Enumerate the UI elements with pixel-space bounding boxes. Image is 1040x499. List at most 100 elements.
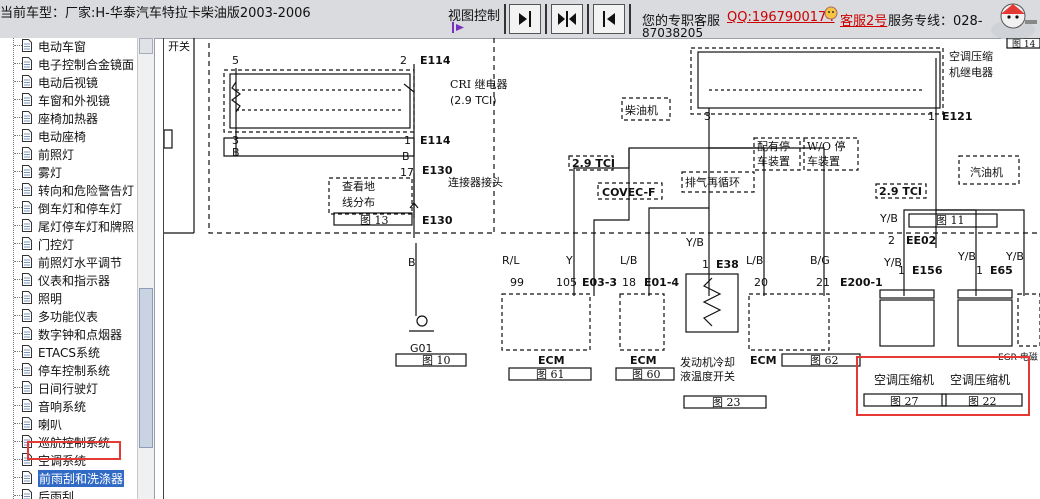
arrow-right-bar-icon [519, 11, 531, 27]
document-icon [22, 489, 32, 499]
scroll-up-button[interactable] [139, 38, 153, 54]
sidebar-item[interactable]: 喇叭 [0, 415, 140, 433]
partial-switch-label: 开关 [168, 39, 190, 53]
ecm-label: ECM [750, 354, 777, 367]
pin-label: 1 [928, 110, 935, 123]
sidebar-item[interactable]: 电动座椅 [0, 127, 140, 145]
ac-relay-inner [697, 51, 941, 109]
pin-label: 18 [622, 276, 636, 289]
connector-code: E65 [990, 264, 1013, 277]
tree-branch [14, 153, 22, 154]
tree-branch [14, 117, 22, 118]
sidebar-item[interactable]: 停车控制系统 [0, 361, 140, 379]
document-icon [22, 147, 32, 160]
connector-code: E01-4 [644, 276, 679, 289]
sidebar-item[interactable]: 座椅加热器 [0, 109, 140, 127]
sidebar-item[interactable]: 电子控制合金镜面 [0, 55, 140, 73]
sidebar-tree: 电动车窗 电子控制合金镜面 电动后视镜车窗和外视镜 座椅加热器 电动座椅 前照灯雾灯转向和… [0, 38, 155, 499]
fit-right-button[interactable] [509, 4, 541, 34]
mascot-icon [991, 3, 1037, 40]
connector-joint-label: 连接器接头 [448, 176, 503, 189]
sidebar-item[interactable]: 门控灯 [0, 235, 140, 253]
tree-branch [14, 81, 22, 82]
tci-label: 2.9 TCI [572, 157, 615, 170]
pin-label: 1 [404, 134, 411, 147]
fig-ref: 图 11 [936, 214, 965, 227]
sidebar-item[interactable]: 后雨刮 [0, 487, 140, 499]
sidebar-item[interactable]: 仪表和指示器 [0, 271, 140, 289]
arrow-left-bar-icon [603, 11, 615, 27]
service-2-link[interactable]: 客服2号 [840, 10, 887, 29]
tree-branch [14, 315, 22, 316]
sidebar-item-label: 后雨刮 [38, 490, 75, 499]
document-icon [22, 363, 32, 376]
document-icon [22, 219, 32, 232]
fit-width-button[interactable] [551, 4, 583, 34]
sidebar-item[interactable]: 尾灯停车灯和牌照 [0, 217, 140, 235]
ac-relay-box [690, 47, 944, 115]
sidebar-item[interactable]: 雾灯 [0, 163, 140, 181]
pin-label: 2 [888, 234, 895, 247]
pin-label: 3 [704, 110, 711, 123]
document-icon [22, 39, 32, 52]
sidebar-item[interactable]: 数字钟和点烟器 [0, 325, 140, 343]
tree-branch [14, 297, 22, 298]
sidebar-item[interactable]: 音响系统 [0, 397, 140, 415]
sidebar-item-label: 车窗和外视镜 [38, 94, 111, 108]
tree-branch [14, 225, 22, 226]
sidebar-item[interactable]: ETACS系统 [0, 343, 140, 361]
sidebar-item-label: ETACS系统 [38, 346, 100, 360]
connector-code: E121 [942, 110, 972, 123]
tree-branch [14, 387, 22, 388]
egr-solenoid-box [1017, 293, 1040, 347]
sidebar-item-label: 音响系统 [38, 400, 87, 414]
sidebar-item[interactable]: 前照灯 [0, 145, 140, 163]
pin-label: 17 [400, 166, 414, 179]
fig-ref: 图 14 [1012, 39, 1036, 50]
document-icon [22, 237, 32, 250]
document-icon [22, 399, 32, 412]
sidebar-item[interactable]: 前照灯水平调节 [0, 253, 140, 271]
wire-color: Y/B [879, 212, 898, 225]
toolbar-divider [587, 4, 589, 34]
ecm-box-2 [619, 293, 665, 351]
qq-link[interactable]: QQ:1967900174 [727, 10, 835, 25]
sidebar-item[interactable]: 照明 [0, 289, 140, 307]
sidebar-item[interactable]: 前雨刮和洗涤器 [0, 469, 140, 487]
tree-branch [14, 441, 22, 442]
pin-label: 21 [816, 276, 830, 289]
pin-label: 1 [976, 264, 983, 277]
ac-relay-label: 空调压缩 [949, 49, 993, 63]
sidebar-item[interactable]: 电动后视镜 [0, 73, 140, 91]
vehicle-title: 当前车型：厂家:H-华泰汽车特拉卡柴油版2003-2006 [0, 6, 311, 21]
sidebar-item[interactable]: 日间行驶灯 [0, 379, 140, 397]
fit-left-button[interactable] [593, 4, 625, 34]
cri-relay-label: CRI 继电器 [450, 78, 508, 91]
coolant-switch-label: 液温度开关 [680, 369, 735, 383]
with-stop-label: 配有停 [757, 139, 790, 153]
sidebar-item[interactable]: 多功能仪表 [0, 307, 140, 325]
pin-label: 5 [232, 54, 239, 67]
coolant-switch-symbol [702, 277, 722, 327]
sidebar-item-label: 前照灯水平调节 [38, 256, 123, 270]
pin-label: 105 [556, 276, 577, 289]
sidebar-item-label: 雾灯 [38, 166, 63, 180]
sidebar-scrollbar[interactable] [137, 38, 154, 499]
sidebar-item[interactable]: 车窗和外视镜 [0, 91, 140, 109]
sidebar-item[interactable]: 转向和危险警告灯 [0, 181, 140, 199]
wire-color: L/B [620, 254, 637, 267]
pin-label: 2 [400, 54, 407, 67]
tree-branch [14, 243, 22, 244]
pin-label: 20 [754, 276, 768, 289]
wire-color: B [232, 146, 240, 159]
wire-color: L/B [746, 254, 763, 267]
sidebar-item[interactable]: 倒车灯和停车灯 [0, 199, 140, 217]
connector-box [223, 137, 415, 157]
wire-color: B/G [810, 254, 830, 267]
sidebar-item-label: 喇叭 [38, 418, 63, 432]
sidebar-item-label: 转向和危险警告灯 [38, 184, 135, 198]
sidebar-item[interactable]: 电动车窗 [0, 38, 140, 55]
tci-label: 2.9 TCI [879, 185, 922, 198]
scroll-thumb[interactable] [139, 288, 153, 448]
pin-label: 99 [510, 276, 524, 289]
